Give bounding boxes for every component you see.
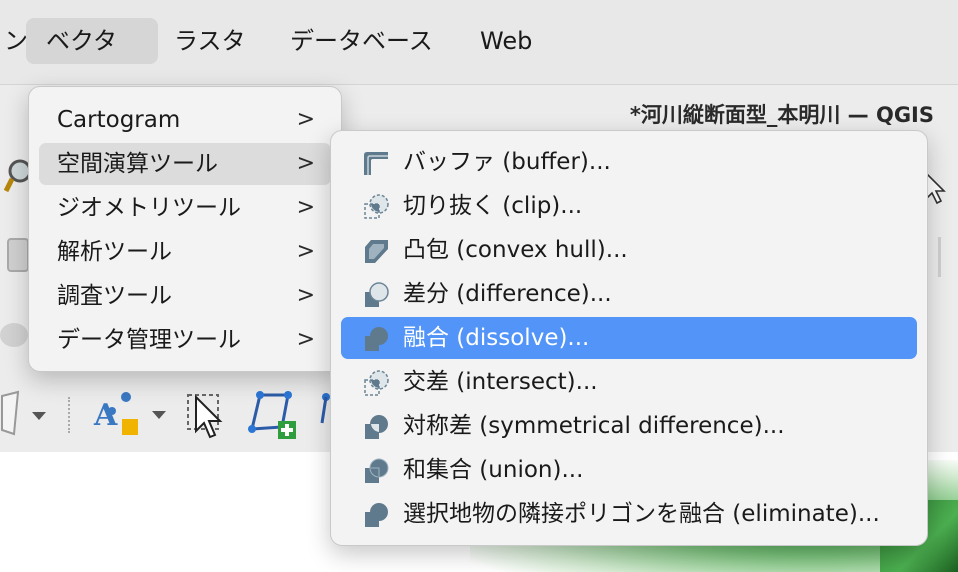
dissolve-icon (365, 327, 388, 351)
digitize-tool-icon[interactable] (0, 390, 50, 440)
svg-text:A: A (93, 398, 118, 433)
menu-item-difference[interactable]: 差分 (difference)... (341, 273, 917, 315)
union-icon (365, 458, 389, 483)
menu-bar: ン ベクタ ラスタ データベース Web (0, 0, 958, 85)
vector-menu: Cartogram > 空間演算ツール > ジオメトリツール > 解析ツール >… (28, 86, 342, 372)
menubar-item-vector[interactable]: ベクタ (26, 18, 158, 64)
menu-item-dissolve[interactable]: 融合 (dissolve)... (341, 317, 917, 359)
menubar-item-web[interactable]: Web (460, 18, 552, 64)
toolbar-separator (938, 237, 941, 277)
menu-item-research-tools[interactable]: 調査ツール > (39, 275, 331, 317)
intersect-icon (364, 370, 389, 396)
menu-item-cartogram[interactable]: Cartogram > (39, 99, 331, 141)
clip-icon (364, 194, 389, 219)
menu-item-geoprocessing-tools[interactable]: 空間演算ツール > (39, 143, 331, 185)
menu-item-union[interactable]: 和集合 (union)... (341, 449, 917, 491)
difference-icon (365, 282, 389, 307)
geoprocessing-submenu: バッファ (buffer)... 切り抜く (clip)... 凸包 (conv… (330, 130, 928, 546)
chevron-right-icon: > (296, 151, 315, 176)
menu-item-convex-hull[interactable]: 凸包 (convex hull)... (341, 229, 917, 271)
menu-item-analysis-tools[interactable]: 解析ツール > (39, 231, 331, 273)
chevron-right-icon: > (296, 195, 315, 220)
toolbar-separator (68, 397, 74, 433)
chevron-right-icon: > (296, 239, 315, 264)
add-polygon-icon[interactable] (248, 389, 300, 441)
menu-item-data-management-tools[interactable]: データ管理ツール > (39, 319, 331, 361)
eliminate-icon (365, 503, 388, 527)
menu-item-clip[interactable]: 切り抜く (clip)... (341, 185, 917, 227)
window-title: *河川縦断面型_本明川 — QGIS (629, 103, 934, 127)
convex-hull-icon (365, 240, 388, 263)
symmetrical-difference-icon (365, 415, 388, 439)
chevron-right-icon: > (296, 107, 315, 132)
save-edits-icon[interactable] (4, 235, 30, 275)
chevron-right-icon: > (296, 327, 315, 352)
menu-item-intersect[interactable]: 交差 (intersect)... (341, 361, 917, 403)
menu-item-buffer[interactable]: バッファ (buffer)... (341, 141, 917, 183)
label-tool-icon[interactable]: A (90, 389, 176, 441)
layer-style-icon[interactable] (0, 315, 30, 355)
menu-item-eliminate[interactable]: 選択地物の隣接ポリゴンを融合 (eliminate)... (341, 493, 917, 535)
menubar-item-raster[interactable]: ラスタ (154, 18, 266, 64)
chevron-right-icon: > (296, 283, 315, 308)
menu-item-symmetrical-difference[interactable]: 対称差 (symmetrical difference)... (341, 405, 917, 447)
buffer-icon (364, 152, 388, 175)
menubar-item-database[interactable]: データベース (270, 18, 453, 64)
select-features-icon[interactable] (184, 389, 228, 441)
menu-item-geometry-tools[interactable]: ジオメトリツール > (39, 187, 331, 229)
